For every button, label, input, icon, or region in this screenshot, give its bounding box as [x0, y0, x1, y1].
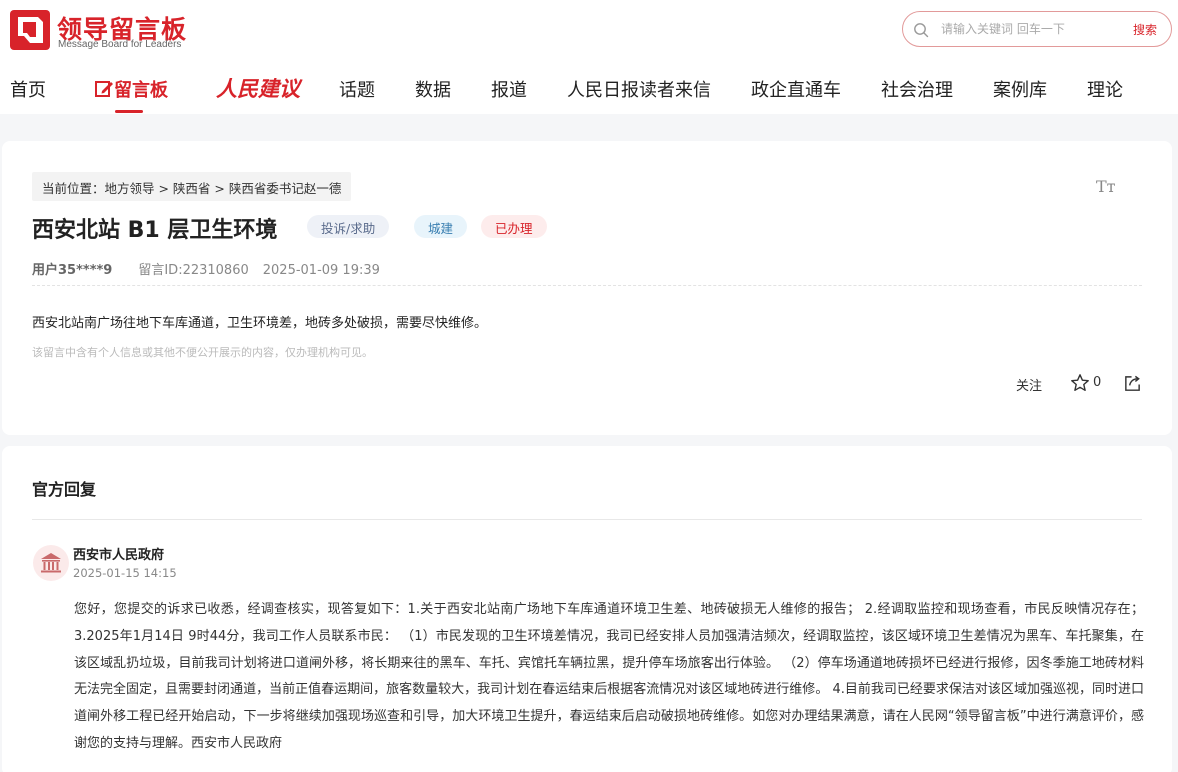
tag-type: 投诉/求助	[307, 215, 390, 238]
message-content: 西安北站南广场往地下车库通道，卫生环境差，地砖多处破损，需要尽快维修。	[32, 316, 488, 331]
edit-icon	[95, 81, 113, 97]
nav-item-reports[interactable]: 报道	[491, 76, 527, 102]
reply-text: 您好，您提交的诉求已收悉，经调查核实，现答复如下：1.关于西安北站南广场地下车库…	[74, 602, 1144, 751]
nav-item-message-board[interactable]: 留言板	[94, 76, 168, 102]
star-icon[interactable]	[1070, 373, 1090, 393]
status-badge: 已办理	[481, 215, 547, 238]
message-date: 2025-01-09 19:39	[262, 263, 380, 278]
message-id: 留言ID:22310860	[138, 263, 249, 278]
share-icon[interactable]	[1123, 374, 1142, 393]
search-button[interactable]: 搜索	[1133, 21, 1157, 38]
message-meta: 用户35****9 留言ID:22310860 2025-01-09 19:39	[32, 259, 380, 278]
nav-item-theory[interactable]: 理论	[1087, 76, 1123, 102]
nav-item-suggestions[interactable]: 人民建议	[216, 73, 300, 103]
search-icon	[914, 23, 929, 38]
follow-button[interactable]: 关注	[1016, 375, 1042, 394]
search-box: 搜索	[902, 11, 1172, 47]
logo-subtitle: Message Board for Leaders	[58, 39, 182, 50]
search-input[interactable]	[941, 20, 1121, 38]
privacy-note: 该留言中含有个人信息或其他不便公开展示的内容，仅办理机构可见。	[32, 346, 373, 359]
star-count: 0	[1093, 375, 1102, 390]
font-size-icon[interactable]: Tт	[1096, 177, 1118, 197]
breadcrumb: 当前位置：地方领导 > 陕西省 > 陕西省委书记赵一德	[32, 172, 352, 201]
government-building-icon	[41, 553, 61, 573]
nav-item-topics[interactable]: 话题	[339, 76, 375, 102]
message-card: 当前位置：地方领导 > 陕西省 > 陕西省委书记赵一德 Tт 西安北站 B1 层…	[2, 141, 1172, 435]
nav-item-governance[interactable]: 社会治理	[881, 76, 953, 102]
nav-item-reader-letters[interactable]: 人民日报读者来信	[567, 76, 711, 102]
reply-org-name: 西安市人民政府	[73, 548, 165, 563]
nav-item-label: 留言板	[114, 80, 168, 101]
nav-active-indicator	[115, 110, 143, 113]
reply-heading: 官方回复	[32, 480, 97, 499]
nav-item-data[interactable]: 数据	[415, 76, 451, 102]
message-title: 西安北站 B1 层卫生环境	[32, 218, 278, 243]
nav-item-cases[interactable]: 案例库	[993, 76, 1047, 102]
reply-time: 2025-01-15 14:15	[73, 566, 177, 580]
main-nav: 首页 留言板 人民建议 话题 数据 报道 人民日报读者来信 政企直通车 社会治理…	[0, 70, 1178, 114]
divider	[32, 285, 1142, 286]
nav-item-enterprise[interactable]: 政企直通车	[751, 76, 841, 102]
avatar	[33, 545, 69, 581]
logo-icon	[10, 10, 50, 50]
nav-item-home[interactable]: 首页	[10, 76, 46, 102]
tag-category: 城建	[414, 215, 468, 238]
site-logo[interactable]: 领导留言板 Message Board for Leaders	[10, 10, 210, 52]
reply-card: 官方回复 西安市人民政府 2025-01-15 14:15 您好，您提交的诉求已…	[2, 446, 1172, 772]
message-user: 用户35****9	[32, 263, 113, 278]
site-header: 领导留言板 Message Board for Leaders 搜索 首页 留言…	[0, 0, 1178, 114]
divider	[32, 519, 1142, 520]
